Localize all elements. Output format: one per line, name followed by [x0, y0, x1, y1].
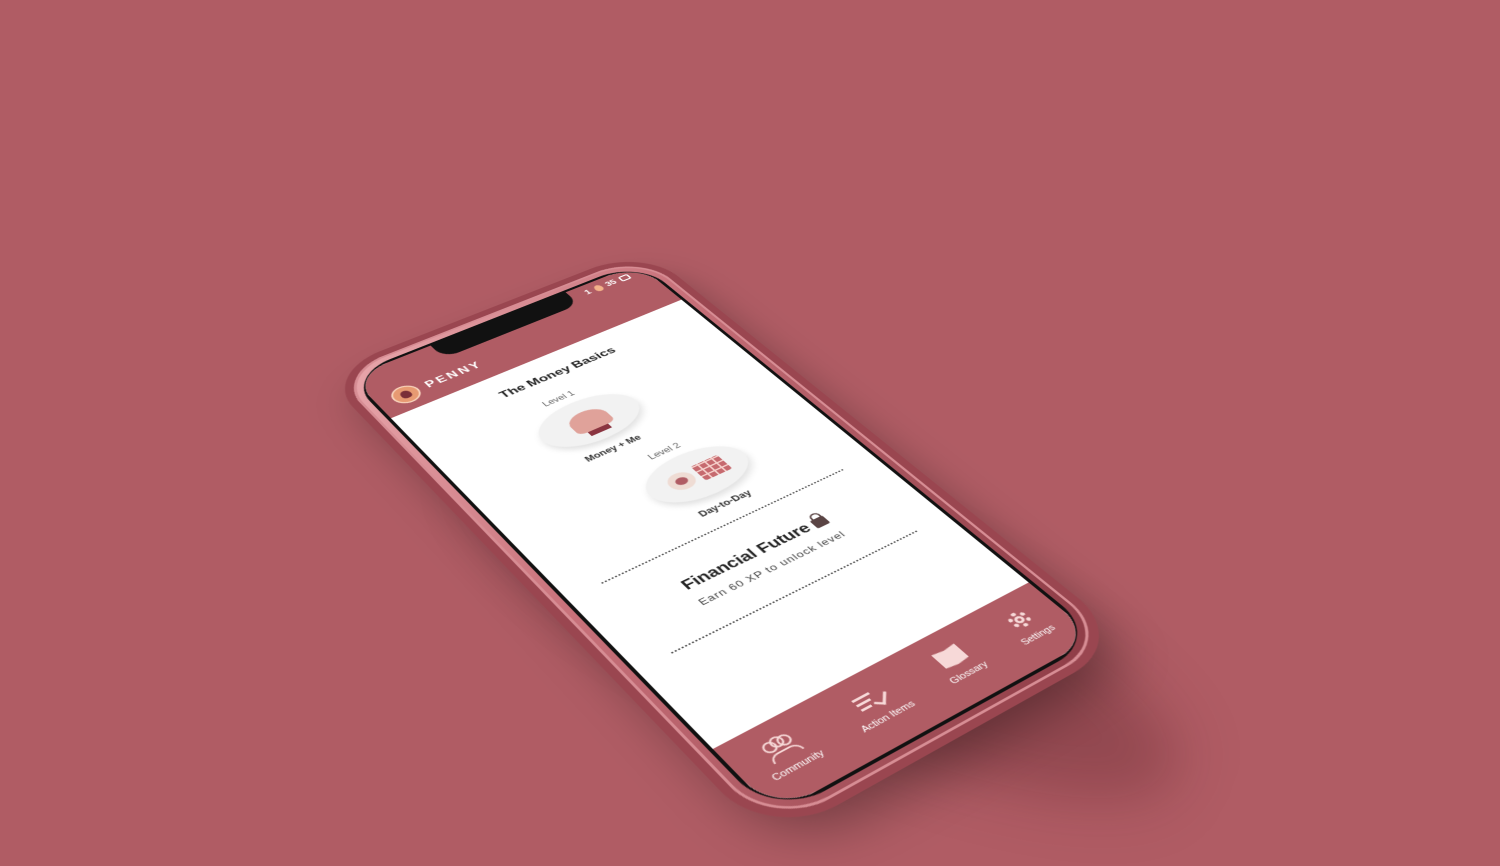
- hands-heart-icon: [562, 404, 616, 436]
- calendar-icon: [690, 454, 733, 481]
- coin-count: 35: [602, 278, 619, 288]
- unlock-message: Earn 60 XP to unlock level: [695, 528, 849, 608]
- lock-icon: [809, 515, 831, 529]
- tab-community[interactable]: Community: [746, 725, 827, 783]
- level-1-node[interactable]: [523, 383, 655, 458]
- status-bar: 1 35: [582, 273, 632, 296]
- avatar[interactable]: [386, 382, 426, 407]
- level-2-node[interactable]: [630, 435, 765, 515]
- streak-count: 1: [582, 288, 594, 296]
- tab-action-items[interactable]: Action Items: [835, 677, 918, 735]
- stage: 1 35 PENNY The Money Basics Level 1 Mone…: [0, 0, 1500, 866]
- piggy-bank-icon: [398, 389, 414, 400]
- coin-stack-icon: [617, 273, 632, 282]
- flame-icon: [591, 284, 605, 292]
- tab-settings[interactable]: Settings: [994, 603, 1058, 647]
- tab-glossary[interactable]: Glossary: [923, 638, 991, 686]
- money-bag-icon: [662, 468, 702, 494]
